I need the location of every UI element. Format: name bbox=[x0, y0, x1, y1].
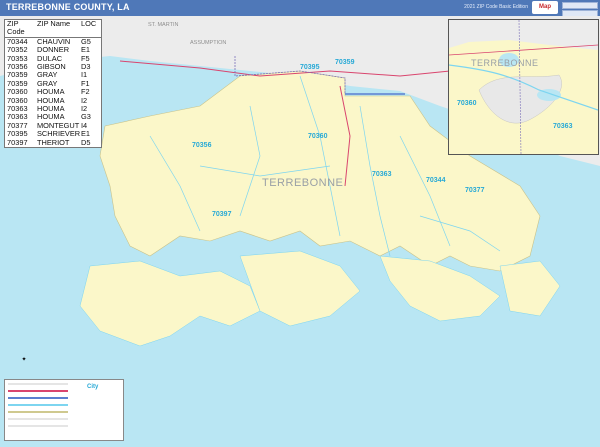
zip-label-70397: 70397 bbox=[212, 211, 232, 218]
zip-table-row: 70397 THERIOT D5 bbox=[5, 137, 101, 147]
place-label-assumption: ASSUMPTION bbox=[190, 40, 227, 46]
zip-label-70356: 70356 bbox=[192, 142, 212, 149]
brand-buttons bbox=[562, 2, 598, 17]
map-title: TERREBONNE COUNTY, LA bbox=[6, 2, 130, 12]
zip-label-70359: 70359 bbox=[335, 59, 355, 66]
zip-table-header: ZIP Code ZIP Name LOC bbox=[5, 19, 101, 38]
map-legend: City bbox=[4, 379, 124, 441]
marsh-west bbox=[79, 260, 261, 347]
north-arrow-icon: ✦ bbox=[21, 357, 27, 363]
zip-label-70395: 70395 bbox=[300, 64, 320, 71]
col-zip-name: ZIP Name bbox=[37, 19, 71, 28]
zip-label-70360: 70360 bbox=[308, 133, 328, 140]
inset-svg bbox=[449, 20, 598, 154]
inset-place-label: TERREBONNE bbox=[471, 58, 539, 68]
inset-zip-70360: 70360 bbox=[457, 100, 477, 107]
zip-code-cell: 70397 bbox=[7, 137, 28, 147]
legend-city-label: City bbox=[87, 384, 99, 390]
edition-label: 2021 ZIP Code Basic Edition bbox=[464, 4, 528, 10]
zip-label-70377: 70377 bbox=[465, 187, 485, 194]
place-label-st-martin: ST. MARTIN bbox=[148, 22, 179, 28]
houma-inset-map[interactable]: TERREBONNE 70360 70363 bbox=[448, 19, 599, 155]
place-label-terrebonne: TERREBONNE bbox=[262, 177, 344, 189]
col-zip-code: ZIP Code bbox=[7, 19, 25, 37]
zip-label-70363: 70363 bbox=[372, 171, 392, 178]
marsh-far-east bbox=[499, 260, 561, 317]
zip-name-cell: THERIOT bbox=[37, 137, 70, 147]
col-loc: LOC bbox=[81, 19, 97, 28]
inset-zip-70363: 70363 bbox=[553, 123, 573, 130]
zip-label-70344: 70344 bbox=[426, 177, 446, 184]
loc-cell: D5 bbox=[81, 137, 91, 147]
marsh-mid bbox=[239, 250, 361, 327]
brand-logo: Map bbox=[532, 1, 558, 14]
title-bar: TERREBONNE COUNTY, LA 2021 ZIP Code Basi… bbox=[0, 0, 600, 17]
zip-code-table: ZIP Code ZIP Name LOC 70344 CHAUVIN G5 7035… bbox=[4, 19, 102, 149]
